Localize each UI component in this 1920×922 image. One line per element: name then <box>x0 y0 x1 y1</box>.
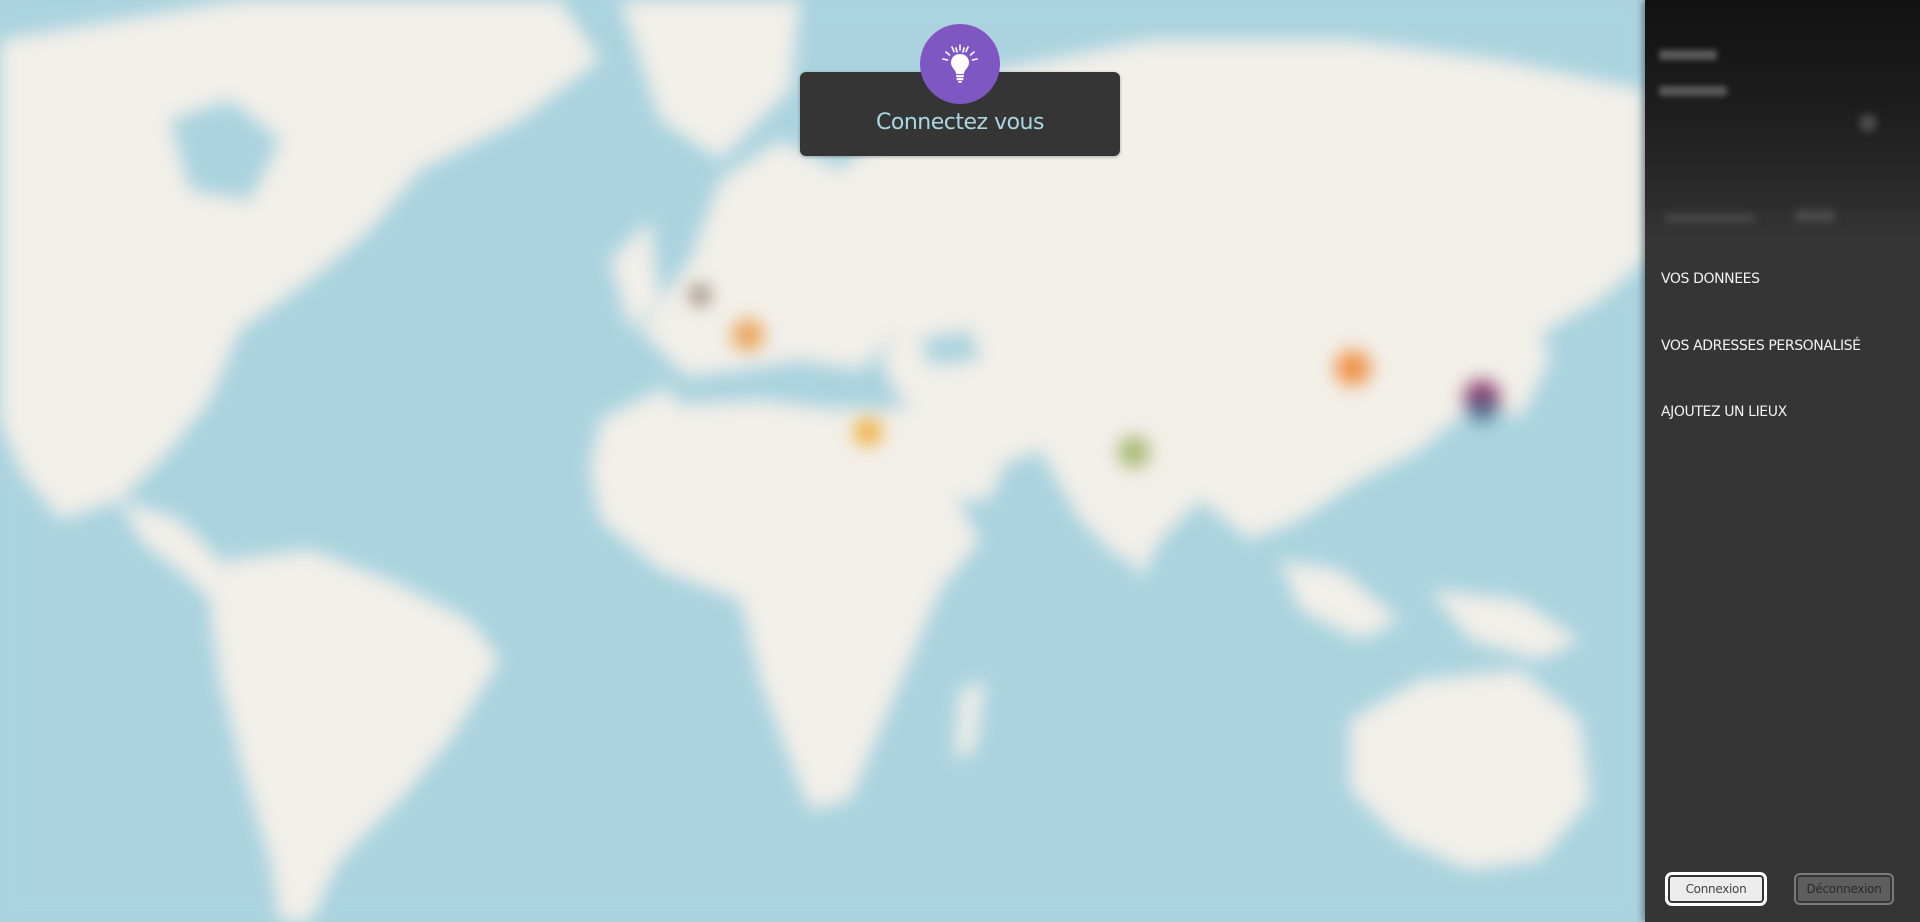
lightbulb-icon <box>920 24 1000 104</box>
connexion-button[interactable]: Connexion <box>1666 873 1766 905</box>
menu-item-ajoutez-lieux[interactable]: AJOUTEZ UN LIEUX <box>1661 404 1787 420</box>
notification-text: Connectez vous <box>876 110 1044 135</box>
deconnexion-button[interactable]: Déconnexion <box>1794 873 1894 905</box>
menu-item-vos-donnees[interactable]: VOS DONNEES <box>1661 271 1760 287</box>
sidebar: VOS DONNEES VOS ADRESSES PERSONALISÉ AJO… <box>1645 0 1920 922</box>
sidebar-header <box>1645 0 1920 235</box>
menu-item-vos-adresses[interactable]: VOS ADRESSES PERSONALISÉ <box>1661 338 1861 354</box>
